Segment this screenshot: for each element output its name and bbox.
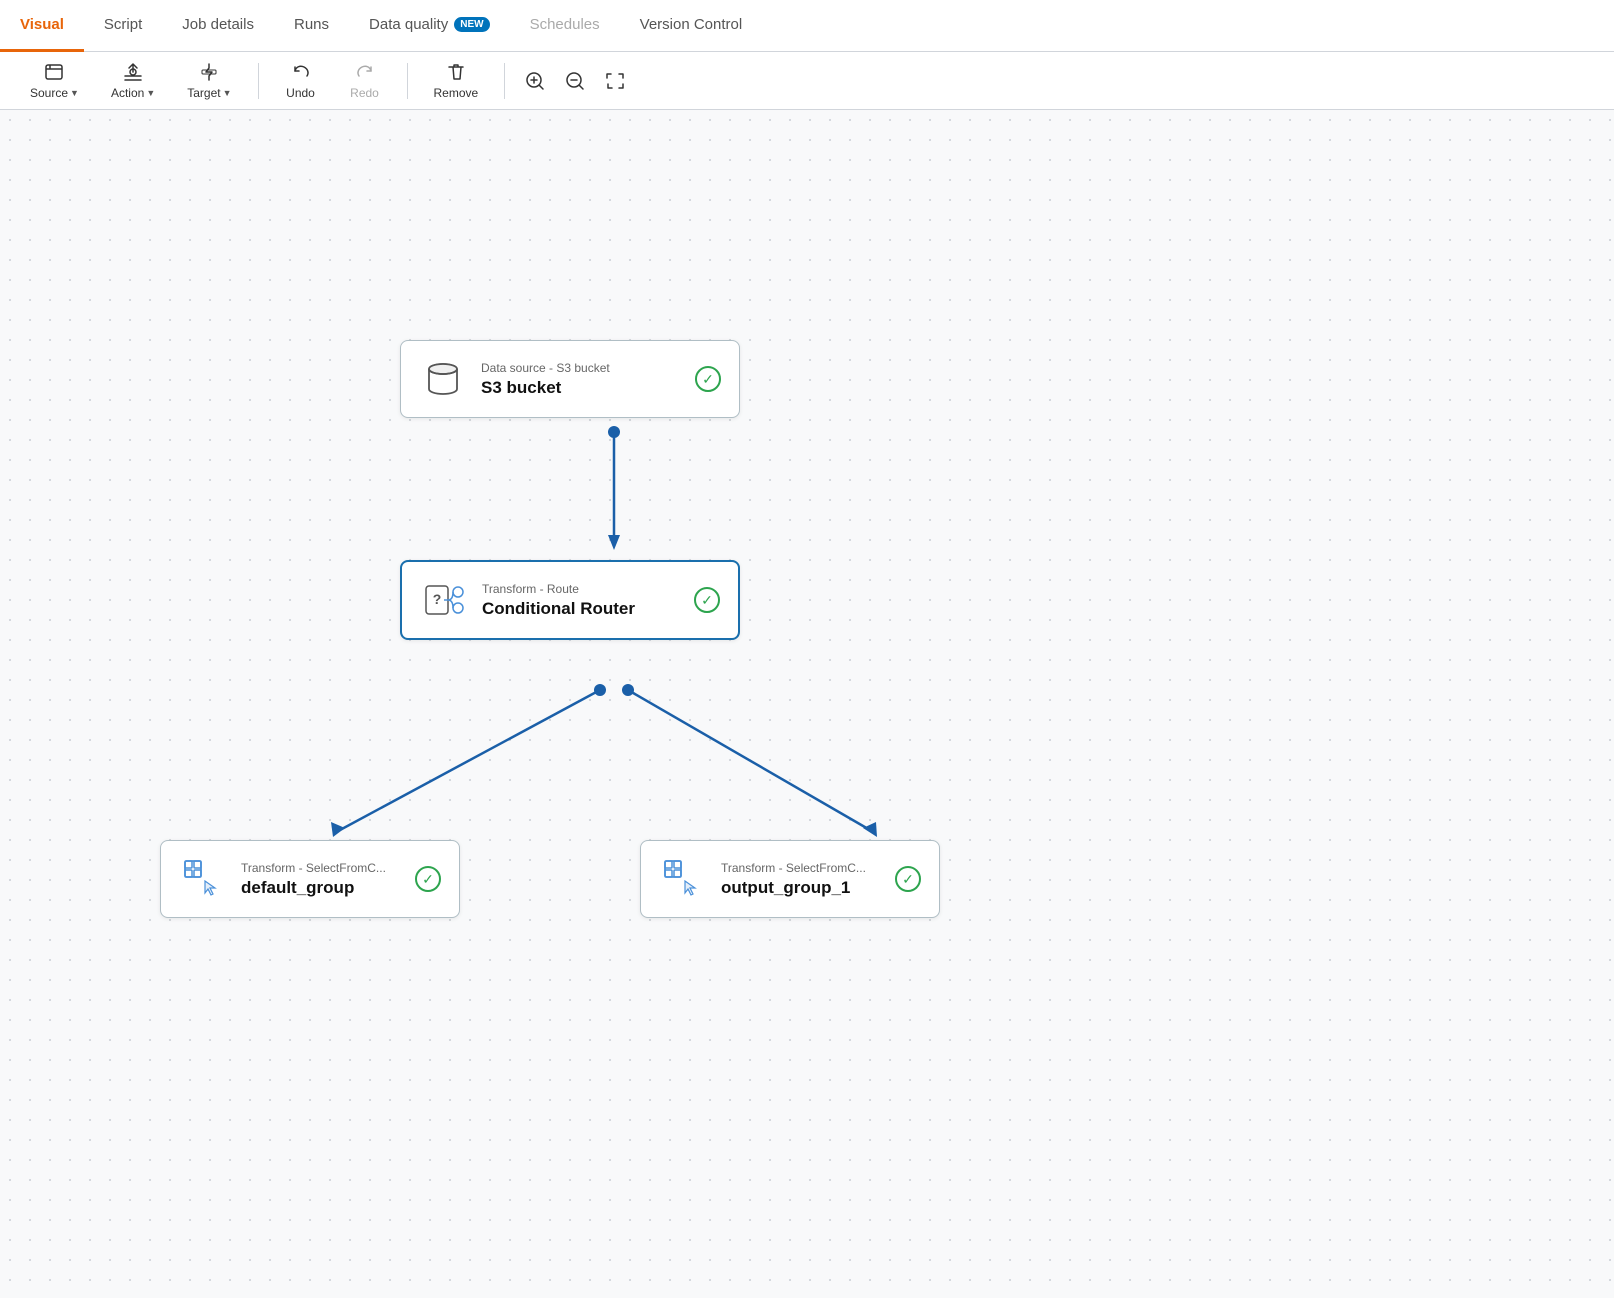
remove-button[interactable]: Remove <box>420 55 493 106</box>
tab-bar: Visual Script Job details Runs Data qual… <box>0 0 1614 52</box>
divider-1 <box>258 63 259 99</box>
target-icon <box>198 61 220 83</box>
undo-icon <box>290 61 312 83</box>
default-group-status-check: ✓ <box>415 866 441 892</box>
action-button[interactable]: Action ▼ <box>97 55 169 106</box>
default-group-node[interactable]: Transform - SelectFromC... default_group… <box>160 840 460 918</box>
tab-data-quality[interactable]: Data quality New <box>349 0 510 52</box>
tab-visual[interactable]: Visual <box>0 0 84 52</box>
output-group-1-node[interactable]: Transform - SelectFromC... output_group_… <box>640 840 940 918</box>
zoom-in-button[interactable] <box>517 63 553 99</box>
tab-schedules[interactable]: Schedules <box>510 0 620 52</box>
redo-icon <box>354 61 376 83</box>
s3-bucket-status-check: ✓ <box>695 366 721 392</box>
target-button[interactable]: Target Target ▼ <box>173 55 245 106</box>
redo-button[interactable]: Redo <box>335 55 395 106</box>
s3-bucket-icon <box>419 355 467 403</box>
zoom-out-button[interactable] <box>557 63 593 99</box>
toolbar: Source ▼ Action ▼ Target Target <box>0 52 1614 110</box>
output-group-1-icon <box>659 855 707 903</box>
divider-3 <box>504 63 505 99</box>
tab-job-details[interactable]: Job details <box>162 0 274 52</box>
canvas[interactable]: Data source - S3 bucket S3 bucket ✓ ? Tr… <box>0 110 1614 1298</box>
tab-runs[interactable]: Runs <box>274 0 349 52</box>
action-icon <box>122 61 144 83</box>
source-icon <box>43 61 65 83</box>
output-group-1-status-check: ✓ <box>895 866 921 892</box>
fit-screen-button[interactable] <box>597 63 633 99</box>
source-button[interactable]: Source ▼ <box>16 55 93 106</box>
svg-text:?: ? <box>433 591 442 607</box>
tab-script[interactable]: Script <box>84 0 162 52</box>
conditional-router-node[interactable]: ? Transform - Route Conditional Router ✓ <box>400 560 740 640</box>
new-badge: New <box>454 17 489 32</box>
conditional-router-icon: ? <box>420 576 468 624</box>
s3-bucket-node[interactable]: Data source - S3 bucket S3 bucket ✓ <box>400 340 740 418</box>
remove-icon <box>445 61 467 83</box>
undo-button[interactable]: Undo <box>271 55 331 106</box>
source-dropdown-arrow: ▼ <box>70 88 79 98</box>
conditional-router-status-check: ✓ <box>694 587 720 613</box>
action-dropdown-arrow: ▼ <box>146 88 155 98</box>
target-dropdown-arrow: ▼ <box>223 88 232 98</box>
tab-version-control[interactable]: Version Control <box>620 0 763 52</box>
connections-svg <box>0 110 1614 1298</box>
default-group-icon <box>179 855 227 903</box>
divider-2 <box>407 63 408 99</box>
